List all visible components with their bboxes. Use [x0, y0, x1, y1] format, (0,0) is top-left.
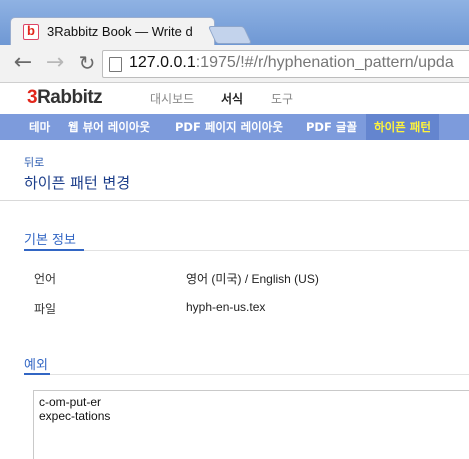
language-label: 언어 [34, 272, 57, 286]
topnav-tools[interactable]: 도구 [271, 90, 293, 107]
address-bar[interactable]: 127.0.0.1:1975/!#/r/hyphenation_pattern/… [102, 50, 469, 78]
basic-info-heading: 기본 정보 [24, 233, 76, 248]
page-icon [109, 57, 122, 72]
subnav-theme[interactable]: 테마 [29, 114, 50, 140]
page-title: 하이픈 패턴 변경 [24, 174, 131, 192]
file-value: hyph-en-us.tex [186, 300, 266, 314]
browser-tab-strip: 3Rabbitz Book — Write d [0, 0, 469, 45]
new-tab-button[interactable] [207, 26, 253, 44]
back-arrow-icon[interactable]: ← [12, 52, 34, 75]
reload-icon[interactable]: ↻ [76, 53, 98, 75]
subnav-pdf-fonts[interactable]: PDF 글꼴 [306, 114, 357, 140]
browser-toolbar: ← → ↻ 127.0.0.1:1975/!#/r/hyphenation_pa… [0, 45, 469, 83]
exceptions-underline [24, 373, 469, 375]
exceptions-textarea[interactable]: c-om-put-er expec-tations [33, 390, 469, 459]
format-subnav: 테마 웹 뷰어 레이아웃 PDF 페이지 레이아웃 PDF 글꼴 하이픈 패턴 [0, 114, 469, 140]
back-link[interactable]: 뒤로 [24, 154, 44, 170]
url-text: 127.0.0.1:1975/!#/r/hyphenation_pattern/… [129, 54, 454, 71]
subnav-pdf-page-layout[interactable]: PDF 페이지 레이아웃 [175, 114, 283, 140]
exceptions-heading: 예외 [24, 358, 48, 373]
app-header: 3Rabbitz 대시보드 서식 도구 [0, 84, 469, 114]
subnav-hyphenation-patterns[interactable]: 하이픈 패턴 [366, 114, 439, 140]
forward-arrow-icon[interactable]: → [44, 52, 66, 75]
topnav-dashboard[interactable]: 대시보드 [150, 90, 194, 107]
app-favicon-icon [23, 23, 39, 40]
tab-title: 3Rabbitz Book — Write d [47, 24, 193, 39]
subnav-web-viewer-layout[interactable]: 웹 뷰어 레이아웃 [68, 114, 150, 140]
title-divider [0, 200, 469, 201]
browser-tab[interactable]: 3Rabbitz Book — Write d [10, 17, 215, 45]
app-logo[interactable]: 3Rabbitz [27, 87, 103, 109]
language-value: 영어 (미국) / English (US) [186, 272, 319, 286]
file-label: 파일 [34, 302, 57, 316]
topnav-format[interactable]: 서식 [221, 90, 243, 107]
basic-info-underline [24, 249, 469, 251]
